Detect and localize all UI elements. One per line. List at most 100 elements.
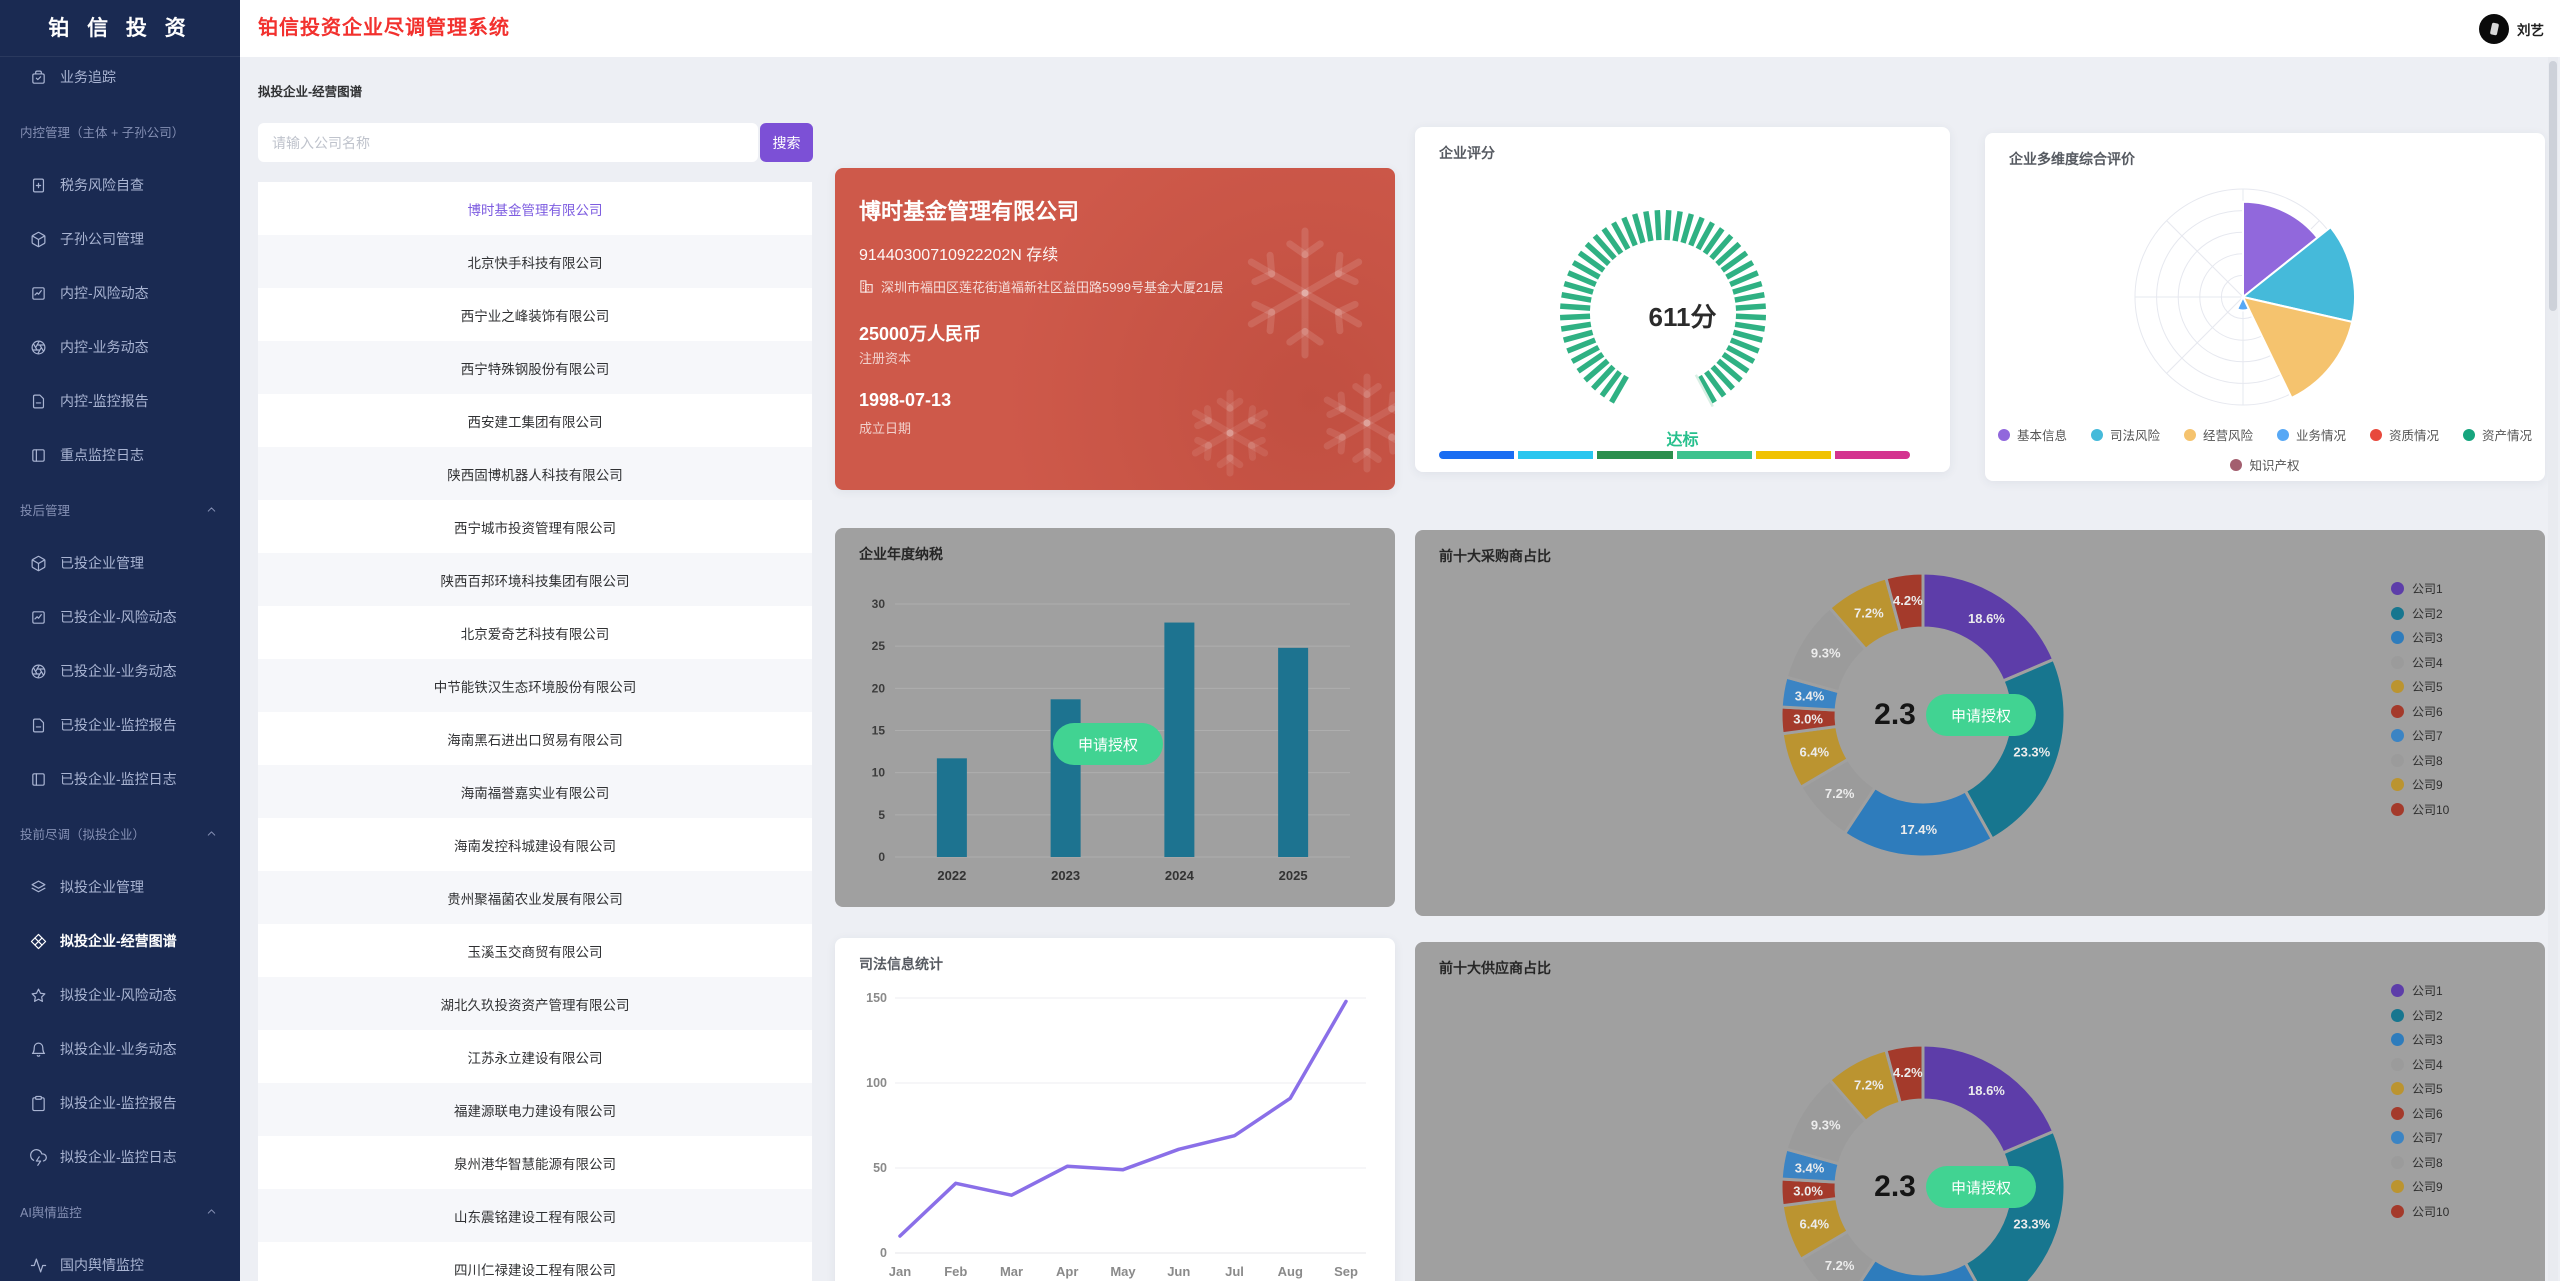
card-title: 前十大供应商占比 bbox=[1439, 958, 1551, 978]
line-series bbox=[900, 1001, 1346, 1236]
legend-dot bbox=[2230, 459, 2242, 471]
company-list-item[interactable]: 西安建工集团有限公司 bbox=[258, 394, 812, 447]
sidebar-item[interactable]: 拟投企业-经营图谱 bbox=[0, 921, 240, 961]
sidebar-item[interactable]: 内控-监控报告 bbox=[0, 381, 240, 421]
svg-text:May: May bbox=[1110, 1264, 1136, 1279]
header: 铂信投资企业尽调管理系统 刘艺 bbox=[240, 0, 2560, 57]
avatar[interactable] bbox=[2479, 14, 2509, 44]
sidebar-section[interactable]: 投前尽调（拟投企业） bbox=[0, 823, 240, 843]
company-list-item[interactable]: 西宁城市投资管理有限公司 bbox=[258, 500, 812, 553]
sidebar-section[interactable]: AI舆情监控 bbox=[0, 1201, 240, 1221]
svg-text:50: 50 bbox=[873, 1161, 887, 1175]
gauge-svg bbox=[1415, 163, 1950, 413]
search-button[interactable]: 搜索 bbox=[760, 123, 813, 162]
app-root: 铂 信 投 资 业务追踪内控管理（主体 + 子孙公司）税务风险自查子孙公司管理内… bbox=[0, 0, 2560, 1281]
legend-row: 基本信息司法风险经营风险业务情况资质情况资产情况 bbox=[1985, 425, 2545, 444]
sidebar-item[interactable]: 国内舆情监控 bbox=[0, 1245, 240, 1281]
sidebar-item[interactable]: 业务追踪 bbox=[0, 57, 240, 97]
dimension-card: 企业多维度综合评价 基本信息司法风险经营风险业务情况资质情况资产情况知识产权 bbox=[1985, 133, 2545, 481]
sidebar-section-label: AI舆情监控 bbox=[20, 1202, 82, 1221]
company-list-item[interactable]: 北京快手科技有限公司 bbox=[258, 235, 812, 288]
sidebar-item[interactable]: 税务风险自查 bbox=[0, 165, 240, 205]
company-list-item[interactable]: 西宁特殊钢股份有限公司 bbox=[258, 341, 812, 394]
company-reg-status: 91440300710922202N 存续 bbox=[859, 241, 1058, 265]
sidebar-item[interactable]: 拟投企业-业务动态 bbox=[0, 1029, 240, 1069]
aperture-icon bbox=[30, 663, 47, 680]
star-icon bbox=[30, 987, 47, 1004]
company-list-item[interactable]: 泉州港华智慧能源有限公司 bbox=[258, 1136, 812, 1189]
sidebar-item-label: 税务风险自查 bbox=[60, 175, 144, 195]
company-list-item[interactable]: 四川仁禄建设工程有限公司 bbox=[258, 1242, 812, 1281]
svg-text:0: 0 bbox=[880, 1246, 887, 1260]
sidebar-item[interactable]: 已投企业-监控报告 bbox=[0, 705, 240, 745]
legend-item: 公司1 bbox=[2391, 580, 2443, 597]
sidebar-item[interactable]: 重点监控日志 bbox=[0, 435, 240, 475]
search-input[interactable] bbox=[258, 123, 758, 162]
donut-center-value: 2.3 bbox=[1874, 698, 1916, 732]
company-list-item[interactable]: 陕西固博机器人科技有限公司 bbox=[258, 447, 812, 500]
request-auth-button[interactable]: 申请授权 bbox=[1053, 723, 1163, 765]
user-menu[interactable]: 刘艺 bbox=[2479, 0, 2544, 57]
company-list-item[interactable]: 玉溪玉交商贸有限公司 bbox=[258, 924, 812, 977]
company-list-item[interactable]: 海南黑石进出口贸易有限公司 bbox=[258, 712, 812, 765]
sidebar-item-label: 已投企业-监控报告 bbox=[60, 715, 177, 735]
file-icon bbox=[30, 717, 47, 734]
company-list-item[interactable]: 山东震铭建设工程有限公司 bbox=[258, 1189, 812, 1242]
legend-dot bbox=[2391, 1058, 2404, 1071]
sidebar-item[interactable]: 已投企业-风险动态 bbox=[0, 597, 240, 637]
company-address: 深圳市福田区莲花街道福新社区益田路5999号基金大厦21层 bbox=[859, 277, 1223, 296]
score-gauge bbox=[1415, 163, 1950, 413]
company-list-item[interactable]: 贵州聚福菌农业发展有限公司 bbox=[258, 871, 812, 924]
score-card: 企业评分 611分 达标 bbox=[1415, 127, 1950, 472]
legend-dot bbox=[2391, 1156, 2404, 1169]
company-list-item[interactable]: 博时基金管理有限公司 bbox=[258, 182, 812, 235]
company-list-item[interactable]: 福建源联电力建设有限公司 bbox=[258, 1083, 812, 1136]
legend-item: 公司9 bbox=[2391, 1178, 2443, 1195]
sidebar-item-label: 子孙公司管理 bbox=[60, 229, 144, 249]
judicial-card: 司法信息统计 050100150JanFebMarAprMayJunJulAug… bbox=[835, 938, 1395, 1281]
svg-text:30: 30 bbox=[872, 597, 886, 611]
sidebar-item[interactable]: 已投企业-业务动态 bbox=[0, 651, 240, 691]
bell-icon bbox=[30, 1041, 47, 1058]
company-list-item[interactable]: 江苏永立建设有限公司 bbox=[258, 1030, 812, 1083]
legend-item: 资质情况 bbox=[2370, 425, 2439, 444]
legend-item: 公司2 bbox=[2391, 605, 2443, 622]
sidebar-item[interactable]: 已投企业-监控日志 bbox=[0, 759, 240, 799]
sidebar-item[interactable]: 拟投企业-风险动态 bbox=[0, 975, 240, 1015]
sidebar-item[interactable]: 内控-业务动态 bbox=[0, 327, 240, 367]
layers-icon bbox=[30, 879, 47, 896]
sidebar-item[interactable]: 拟投企业-监控报告 bbox=[0, 1083, 240, 1123]
request-auth-button[interactable]: 申请授权 bbox=[1926, 1166, 2036, 1208]
file-icon bbox=[30, 393, 47, 410]
company-list-item[interactable]: 陕西百邦环境科技集团有限公司 bbox=[258, 553, 812, 606]
box-icon bbox=[30, 231, 47, 248]
sidebar-item[interactable]: 子孙公司管理 bbox=[0, 219, 240, 259]
sidebar-item[interactable]: 拟投企业管理 bbox=[0, 867, 240, 907]
sidebar-section[interactable]: 投后管理 bbox=[0, 499, 240, 519]
company-list-item[interactable]: 海南福誉嘉实业有限公司 bbox=[258, 765, 812, 818]
rose-svg bbox=[1985, 161, 2545, 411]
legend-item: 公司3 bbox=[2391, 629, 2443, 646]
svg-text:5: 5 bbox=[878, 808, 885, 822]
svg-text:Sep: Sep bbox=[1334, 1264, 1358, 1279]
sidebar-item[interactable]: 内控-风险动态 bbox=[0, 273, 240, 313]
legend-item: 公司8 bbox=[2391, 752, 2443, 769]
sidebar-item[interactable]: 拟投企业-监控日志 bbox=[0, 1137, 240, 1177]
company-list-item[interactable]: 中节能铁汉生态环境股份有限公司 bbox=[258, 659, 812, 712]
company-list-item[interactable]: 西宁业之峰装饰有限公司 bbox=[258, 288, 812, 341]
sidebar-item[interactable]: 已投企业管理 bbox=[0, 543, 240, 583]
clipboard-icon bbox=[30, 1095, 47, 1112]
registered-capital-label: 注册资本 bbox=[859, 348, 911, 367]
company-list-item[interactable]: 湖北久玖投资资产管理有限公司 bbox=[258, 977, 812, 1030]
sidebar-section: 内控管理（主体 + 子孙公司） bbox=[0, 121, 240, 141]
legend-dot bbox=[2391, 1205, 2404, 1218]
scale-segment bbox=[1756, 451, 1831, 459]
request-auth-button[interactable]: 申请授权 bbox=[1926, 694, 2036, 736]
company-list-item[interactable]: 海南发控科城建设有限公司 bbox=[258, 818, 812, 871]
legend-dot bbox=[2184, 429, 2196, 441]
bar bbox=[1164, 623, 1194, 857]
svg-text:3.4%: 3.4% bbox=[1795, 1160, 1825, 1175]
sidebar-item-label: 已投企业-监控日志 bbox=[60, 769, 177, 789]
company-list-item[interactable]: 北京爱奇艺科技有限公司 bbox=[258, 606, 812, 659]
scrollbar-thumb[interactable] bbox=[2549, 61, 2557, 311]
